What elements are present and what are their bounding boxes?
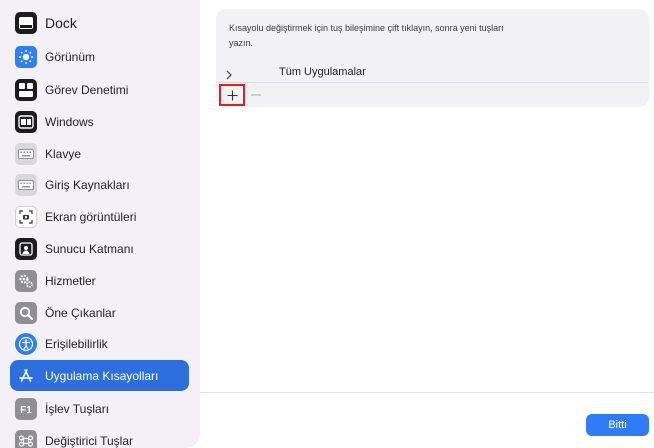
sidebar-item-function-keys[interactable]: F1 İşlev Tuşları: [10, 393, 189, 424]
keyboard-icon: [15, 142, 37, 165]
sidebar-item-label: Hizmetler: [45, 273, 96, 288]
chevron-right-icon[interactable]: [225, 67, 233, 85]
list-toolbar: [216, 84, 649, 107]
footer-divider: [200, 392, 654, 393]
sidebar-item-input-sources[interactable]: Giriş Kaynakları: [10, 169, 189, 200]
function-keys-icon: F1: [15, 397, 37, 420]
spotlight-icon: [15, 301, 37, 324]
sidebar-item-screenshots[interactable]: Ekran görüntüleri: [10, 201, 189, 232]
services-icon: [15, 269, 37, 292]
remove-shortcut-button[interactable]: [248, 84, 264, 106]
sidebar-item-mission-control[interactable]: Görev Denetimi: [10, 74, 189, 105]
screenshot-icon: [15, 205, 37, 228]
sidebar-item-spotlight[interactable]: Öne Çıkanlar: [10, 297, 189, 328]
sidebar-item-appearance[interactable]: Görünüm: [10, 41, 189, 72]
sidebar-item-label: Erişilebilirlik: [45, 336, 108, 351]
appearance-icon: [15, 45, 37, 68]
tree-row-all-applications[interactable]: Tüm Uygulamalar: [216, 63, 649, 83]
sidebar-item-label: Görünüm: [45, 49, 96, 64]
sidebar-item-dock[interactable]: Dock: [10, 7, 189, 38]
sidebar-item-label: Uygulama Kısayolları: [45, 368, 159, 383]
tree-row-label: Tüm Uygulamalar: [279, 66, 366, 78]
sidebar-item-modifier-keys[interactable]: Değiştirici Tuşlar: [10, 425, 189, 448]
sidebar-item-accessibility[interactable]: Erişilebilirlik: [10, 328, 189, 359]
sidebar-item-app-shortcuts[interactable]: Uygulama Kısayolları: [10, 360, 189, 391]
minus-icon: [251, 94, 261, 96]
sidebar-item-label: Klavye: [45, 146, 82, 161]
modifier-keys-icon: [15, 429, 37, 448]
sidebar-item-label: Değiştirici Tuşlar: [45, 433, 134, 448]
sidebar-item-keyboard[interactable]: Klavye: [10, 138, 189, 169]
svg-text:F1: F1: [20, 405, 32, 415]
input-sources-icon: [15, 173, 37, 196]
sidebar-item-services[interactable]: Hizmetler: [10, 265, 189, 296]
panel-description: Kısayolu değiştirmek için tuş bileşimine…: [229, 23, 504, 48]
add-shortcut-button[interactable]: [219, 84, 245, 106]
sidebar-item-label: Giriş Kaynakları: [45, 177, 130, 192]
sidebar-item-label: Sunucu Katmanı: [45, 241, 134, 256]
sidebar-item-label: Görev Denetimi: [45, 82, 129, 97]
sidebar-item-label: Ekran görüntüleri: [45, 209, 137, 224]
presenter-overlay-icon: [15, 237, 37, 260]
sidebar-item-label: Öne Çıkanlar: [45, 305, 116, 320]
app-shortcuts-icon: [15, 365, 37, 387]
dock-icon: [15, 11, 37, 34]
done-button[interactable]: Bitti: [586, 414, 649, 436]
sidebar-item-presenter-overlay[interactable]: Sunucu Katmanı: [10, 233, 189, 264]
sidebar-item-label: Dock: [45, 14, 77, 31]
sidebar-item-label: Windows: [45, 114, 94, 129]
sidebar-item-label: İşlev Tuşları: [45, 401, 110, 416]
sidebar-item-windows[interactable]: Windows: [10, 106, 189, 137]
sidebar: Dock Görünüm Görev Denetimi Windows Klav…: [0, 0, 200, 448]
shortcuts-panel: Kısayolu değiştirmek için tuş bileşimine…: [216, 9, 649, 107]
windows-icon: [15, 110, 37, 133]
mission-control-icon: [15, 78, 37, 101]
plus-icon: [227, 90, 237, 100]
accessibility-icon: [15, 332, 37, 355]
